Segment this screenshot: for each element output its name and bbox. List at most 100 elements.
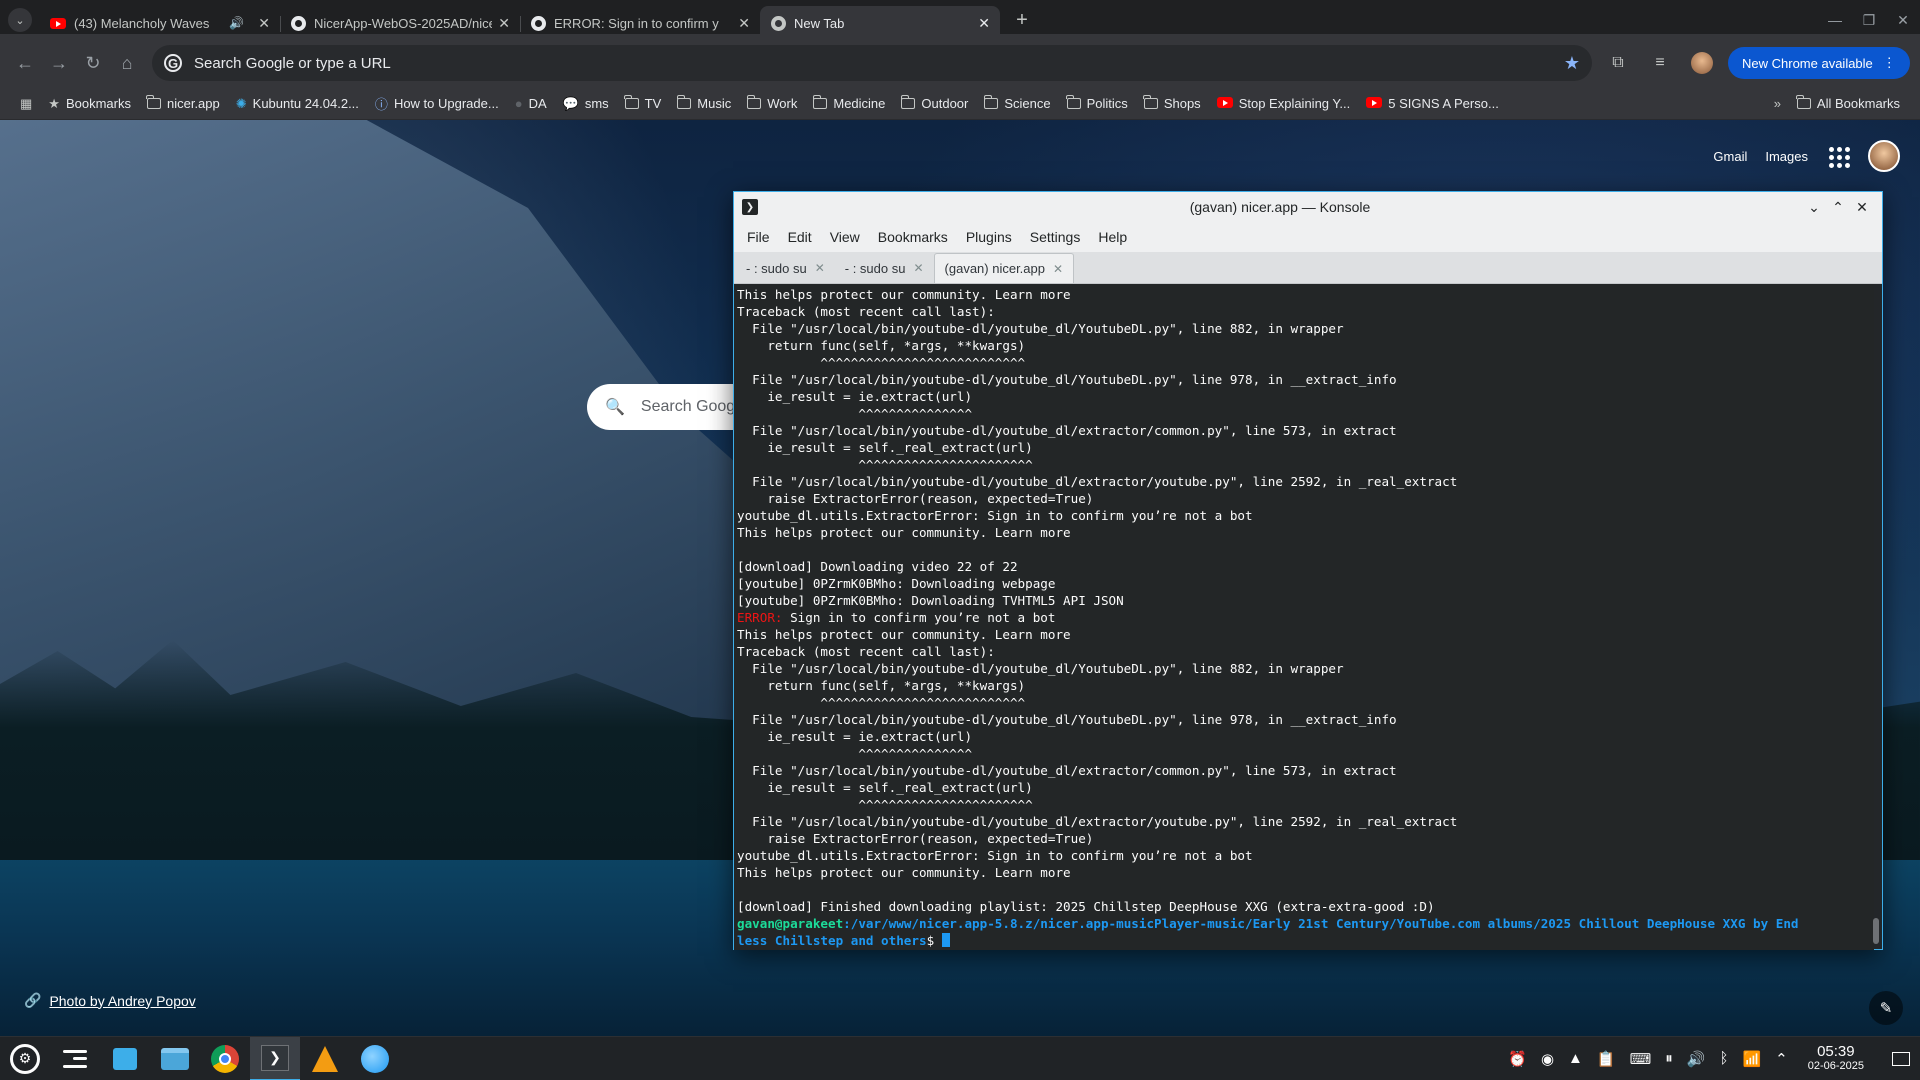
terminal-line-text: ^^^^^^^^^^^^^^^	[737, 746, 973, 761]
bookmark-item[interactable]: 5 SIGNS A Perso...	[1358, 96, 1507, 111]
konsole-tab-active[interactable]: (gavan) nicer.app ✕	[933, 253, 1075, 283]
bookmark-item[interactable]: Shops	[1136, 95, 1209, 111]
account-avatar[interactable]	[1868, 140, 1900, 172]
media-queue-icon[interactable]: ≡	[1644, 47, 1676, 79]
google-apps-grid-icon[interactable]	[1826, 144, 1850, 168]
menu-bookmarks[interactable]: Bookmarks	[869, 229, 957, 245]
show-desktop-icon[interactable]	[1892, 1051, 1910, 1066]
bookmark-item[interactable]: Medicine	[805, 95, 893, 111]
konsole-tab[interactable]: - : sudo su ✕	[835, 253, 934, 283]
bluetooth-icon[interactable]: ᛒ	[1719, 1050, 1728, 1067]
konsole-tab[interactable]: - : sudo su ✕	[736, 253, 835, 283]
launcher-icon[interactable]: ⚙	[0, 1037, 50, 1080]
bookmarks-overflow-chevron-icon[interactable]: »	[1766, 96, 1789, 111]
gmail-link[interactable]: Gmail	[1713, 149, 1747, 164]
tab-search-chevron-icon[interactable]: ⌄	[8, 8, 32, 32]
bookmark-label: TV	[644, 96, 662, 111]
new-chrome-available-button[interactable]: New Chrome available ⋮	[1728, 47, 1910, 79]
bookmark-item[interactable]: Music	[669, 95, 739, 111]
steam-icon[interactable]: ◉	[1541, 1050, 1554, 1068]
bookmark-item[interactable]: 💬 sms	[555, 96, 617, 112]
volume-icon[interactable]: 🔊	[1687, 1050, 1706, 1068]
photo-credit-link[interactable]: 🔗 Photo by Andrey Popov	[24, 992, 196, 1009]
minimize-chevron-icon[interactable]: ⌄	[1802, 199, 1826, 216]
close-window-icon[interactable]: ✕	[1850, 199, 1874, 216]
restore-icon[interactable]: ❐	[1852, 12, 1886, 29]
menu-plugins[interactable]: Plugins	[957, 229, 1021, 245]
tab-close-icon[interactable]: ✕	[815, 261, 825, 275]
folder-icon	[624, 95, 639, 109]
address-bar[interactable]: G Search Google or type a URL ★	[152, 45, 1592, 81]
tab-close-icon[interactable]: ✕	[498, 15, 510, 32]
scrollbar-thumb[interactable]	[1873, 918, 1879, 944]
close-window-icon[interactable]: ✕	[1886, 12, 1920, 29]
bookmark-star-icon[interactable]: ★	[1564, 53, 1580, 74]
clock-date: 02-06-2025	[1807, 1059, 1864, 1072]
system-settings-icon[interactable]	[50, 1037, 100, 1080]
digital-clock[interactable]: 05:39 02-06-2025	[1808, 1044, 1864, 1074]
wifi-icon[interactable]: 📶	[1742, 1050, 1761, 1068]
bookmark-item[interactable]: Work	[739, 95, 805, 111]
images-link[interactable]: Images	[1765, 149, 1808, 164]
konsole-titlebar[interactable]: ❯ (gavan) nicer.app — Konsole ⌄ ⌃ ✕	[734, 192, 1882, 222]
bookmark-item[interactable]: Politics	[1059, 95, 1136, 111]
terminal-line: File "/usr/local/bin/youtube-dl/youtube_…	[737, 320, 1871, 337]
home-icon[interactable]: ⌂	[110, 46, 144, 80]
photo-credit-label: Photo by Andrey Popov	[49, 992, 196, 1009]
apps-grid-icon[interactable]: ▦	[12, 96, 40, 112]
minimize-icon[interactable]: —	[1818, 12, 1852, 28]
tab-close-icon[interactable]: ✕	[738, 15, 750, 32]
reload-icon[interactable]: ↻	[76, 46, 110, 80]
menu-view[interactable]: View	[821, 229, 869, 245]
bookmark-item[interactable]: ★ Bookmarks	[40, 96, 139, 112]
alarm-icon[interactable]: ⏰	[1508, 1050, 1527, 1068]
vlc-icon[interactable]	[300, 1037, 350, 1080]
tab-close-icon[interactable]: ✕	[978, 15, 990, 32]
media-pause-icon[interactable]: ⏸	[1665, 1050, 1673, 1067]
terminal-line-text: File "/usr/local/bin/youtube-dl/youtube_…	[737, 423, 1397, 438]
terminal-line-text: return func(self, *args, **kwargs)	[737, 338, 1026, 353]
bookmark-item[interactable]: ✺ Kubuntu 24.04.2...	[228, 96, 367, 112]
bookmark-item[interactable]: Science	[976, 95, 1058, 111]
terminal-scrollbar[interactable]	[1872, 284, 1880, 950]
maximize-chevron-icon[interactable]: ⌃	[1826, 199, 1850, 216]
menu-edit[interactable]: Edit	[779, 229, 821, 245]
terminal-line-text: File "/usr/local/bin/youtube-dl/youtube_…	[737, 814, 1458, 829]
folder-icon	[1796, 95, 1811, 109]
tray-expand-icon[interactable]: ⌃	[1775, 1050, 1788, 1068]
bookmark-item[interactable]: ● DA	[507, 96, 555, 111]
menu-file[interactable]: File	[738, 229, 779, 245]
back-arrow-icon[interactable]: ←	[8, 46, 42, 80]
menu-help[interactable]: Help	[1089, 229, 1136, 245]
konsole-icon[interactable]: ❯	[250, 1036, 300, 1080]
forward-arrow-icon[interactable]: →	[42, 46, 76, 80]
keyboard-icon[interactable]: ⌨	[1630, 1050, 1652, 1068]
customize-pencil-icon[interactable]: ✎	[1869, 991, 1903, 1025]
speaker-icon[interactable]: 🔊	[229, 16, 244, 30]
tab-close-icon[interactable]: ✕	[1053, 262, 1063, 276]
tab-close-icon[interactable]: ✕	[258, 15, 270, 32]
kubuntu-icon: ✺	[235, 95, 247, 111]
bookmark-label: Bookmarks	[65, 96, 131, 111]
browser-globe-icon[interactable]	[350, 1037, 400, 1080]
dolphin-files-icon[interactable]	[150, 1037, 200, 1080]
extensions-puzzle-icon[interactable]: ⧉	[1602, 47, 1634, 79]
discover-store-icon[interactable]	[100, 1037, 150, 1080]
bookmark-item[interactable]: ⓘ How to Upgrade...	[367, 94, 507, 113]
all-bookmarks-button[interactable]: All Bookmarks	[1789, 95, 1908, 111]
profile-avatar[interactable]	[1686, 47, 1718, 79]
bookmark-item[interactable]: Outdoor	[893, 95, 976, 111]
bookmark-item[interactable]: Stop Explaining Y...	[1209, 96, 1359, 111]
terminal-line: raise ExtractorError(reason, expected=Tr…	[737, 830, 1871, 847]
menu-settings[interactable]: Settings	[1021, 229, 1090, 245]
clipboard-icon[interactable]: 📋	[1597, 1050, 1616, 1068]
terminal-output[interactable]: This helps protect our community. Learn …	[734, 284, 1874, 950]
chrome-icon[interactable]	[200, 1037, 250, 1080]
bookmark-item[interactable]: TV	[617, 95, 670, 111]
vlc-tray-icon[interactable]: ▲	[1568, 1050, 1583, 1067]
tab-close-icon[interactable]: ✕	[913, 261, 923, 275]
konsole-app-icon[interactable]: ❯	[742, 199, 758, 215]
new-tab-plus-icon[interactable]: +	[1008, 6, 1036, 34]
bookmark-item[interactable]: nicer.app	[139, 95, 228, 111]
